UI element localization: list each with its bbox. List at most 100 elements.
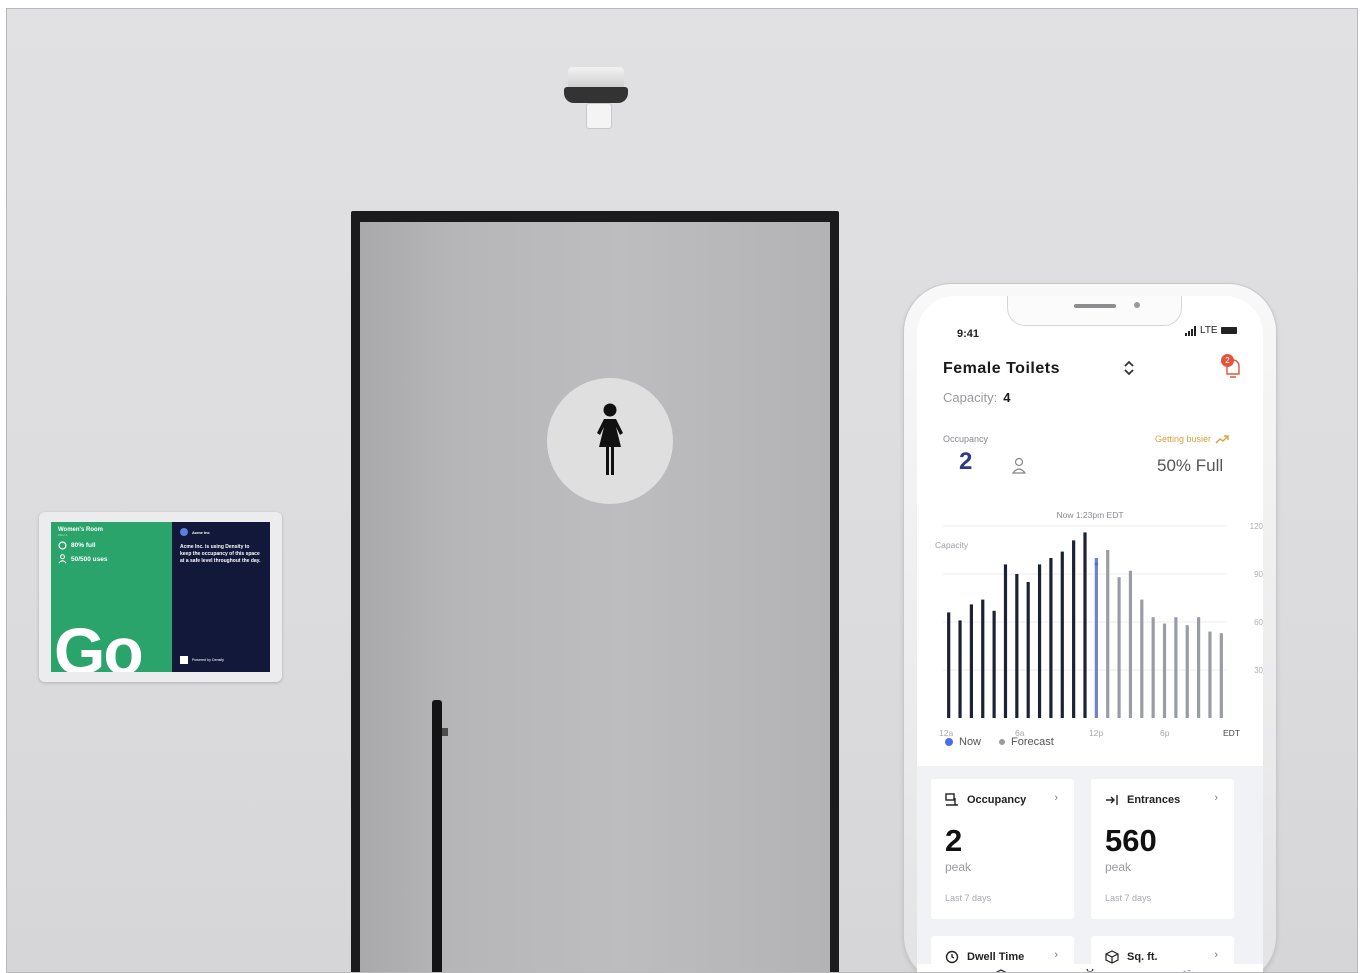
network-label: LTE <box>1200 325 1218 336</box>
person-icon <box>1011 457 1027 474</box>
card-entrances-label: peak <box>1105 860 1132 874</box>
bar-now <box>1037 564 1042 718</box>
wall-display-message-panel: Acme Inc Acme Inc. is using Density to k… <box>172 522 270 672</box>
female-person-icon <box>597 403 623 475</box>
y-tick-label: 30 <box>1254 666 1263 675</box>
y-tick-label: 120 <box>1250 522 1263 531</box>
bar-now <box>1072 540 1076 718</box>
y-tick-label: 60 <box>1254 618 1263 627</box>
door-frame <box>351 211 839 972</box>
legend-forecast-swatch <box>999 739 1006 745</box>
capacity-row: Capacity: 4 <box>943 390 1010 405</box>
x-tick-label: EDT <box>1223 728 1240 738</box>
metrics-cards-section: Occupancy › 2 peak Last 7 days Entrances… <box>917 766 1263 972</box>
bar-forecast <box>1128 570 1133 718</box>
brand-logo-icon <box>180 528 188 536</box>
occupancy-value: 2 <box>959 448 973 475</box>
signal-icon <box>1185 325 1196 336</box>
tab-spaces-cube-icon[interactable] <box>992 968 1010 973</box>
wall-display-message: Acme Inc. is using Density to keep the o… <box>180 544 261 564</box>
wall-display-percent-full: 80% full <box>71 542 96 549</box>
bar-now <box>992 610 996 718</box>
wall-display-powered-by: Powered by Density <box>180 656 224 664</box>
wall-display-screen: Women's Room Floor 1 80% full 50/500 use… <box>51 522 270 672</box>
progress-ring-icon <box>58 541 67 550</box>
wall-display-brand-name: Acme Inc <box>192 529 210 535</box>
capacity-value: 4 <box>1003 390 1011 405</box>
bar-now <box>969 604 973 718</box>
occupancy-label: Occupancy <box>943 434 989 444</box>
door-handle-mount <box>442 728 448 736</box>
legend-forecast-label: Forecast <box>1011 736 1054 748</box>
chart-ylabel: Capacity <box>935 540 969 550</box>
chevron-right-icon: › <box>1054 792 1058 804</box>
phone-notch <box>1007 296 1182 326</box>
bar-forecast <box>1174 617 1178 718</box>
smartphone: 9:41 LTE Female Toilets 2 Capacity: 4 Oc… <box>904 284 1276 973</box>
speaker-grille <box>1074 304 1116 308</box>
bar-now <box>1049 558 1053 718</box>
notification-badge: 2 <box>1221 354 1234 367</box>
occupancy-chart: 120906030CapacityNow 1:23pm EDT12a 6a 12p 6… <box>935 510 1263 738</box>
card-entrances-subtitle: Last 7 days <box>1105 893 1152 903</box>
x-tick-label: 6p <box>1160 728 1170 738</box>
clock-icon <box>945 950 959 964</box>
front-camera <box>1134 302 1140 308</box>
card-entrances-title: Entrances <box>1127 794 1181 806</box>
bar-forecast <box>1208 631 1212 718</box>
bar-forecast <box>1106 550 1110 718</box>
card-sq-ft-header: Sq. ft. <box>1105 950 1158 964</box>
powered-by-text: Powered by Density <box>192 658 224 662</box>
bar-forecast <box>1117 577 1121 718</box>
card-dwell-time-title: Dwell Time <box>967 951 1025 963</box>
card-occupancy-header: Occupancy <box>945 793 1026 807</box>
card-sq-ft-title: Sq. ft. <box>1127 951 1158 963</box>
status-bar-indicators: LTE <box>1185 325 1237 336</box>
space-title: Female Toilets <box>943 360 1060 377</box>
card-occupancy[interactable]: Occupancy › 2 peak Last 7 days <box>931 779 1074 919</box>
wall-display-status-panel: Women's Room Floor 1 80% full 50/500 use… <box>51 522 172 672</box>
card-entrances-value: 560 <box>1105 823 1157 858</box>
bar-now <box>947 612 951 718</box>
tab-alerts-icon[interactable] <box>1081 968 1099 973</box>
app-screen: 9:41 LTE Female Toilets 2 Capacity: 4 Oc… <box>917 296 1263 973</box>
tab-settings-gear-icon[interactable] <box>1179 968 1197 973</box>
chevron-right-icon: › <box>1214 792 1218 804</box>
card-occupancy-subtitle: Last 7 days <box>945 893 992 903</box>
bar-forecast <box>1219 633 1223 718</box>
bar-now <box>1026 582 1030 718</box>
bar-forecast <box>1094 558 1098 718</box>
occupancy-sensor-device <box>564 67 628 131</box>
entrance-icon <box>1106 795 1118 805</box>
density-logo-icon <box>180 656 188 664</box>
bar-now <box>981 599 985 718</box>
bar-forecast <box>1162 623 1167 718</box>
wall-display-go-status: Go <box>54 614 144 672</box>
occupancy-trend: Getting busier <box>1155 434 1229 444</box>
female-restroom-sign <box>547 378 673 504</box>
bar-forecast <box>1185 625 1189 718</box>
status-bar-time: 9:41 <box>957 328 980 340</box>
bar-now <box>1083 532 1087 718</box>
card-occupancy-title: Occupancy <box>967 794 1027 806</box>
battery-icon <box>1220 327 1237 334</box>
bar-now <box>958 620 962 718</box>
wall-display-uses-row: 50/500 uses <box>58 554 165 564</box>
card-entrances[interactable]: Entrances › 560 peak Last 7 days <box>1091 779 1234 919</box>
chevron-right-icon: › <box>1054 949 1058 961</box>
legend-now-label: Now <box>959 736 982 748</box>
occupancy-icon <box>945 793 958 806</box>
capacity-label: Capacity: <box>943 390 998 405</box>
bar-forecast <box>1197 617 1201 718</box>
trending-up-icon <box>1215 435 1229 444</box>
card-dwell-time-header: Dwell Time <box>945 950 1024 964</box>
bar-forecast <box>1151 617 1155 718</box>
bottom-tab-bar <box>917 964 1263 973</box>
card-occupancy-value: 2 <box>945 823 963 858</box>
wall-display-brand: Acme Inc <box>180 528 262 536</box>
door-handle <box>432 700 442 972</box>
notifications-button[interactable]: 2 <box>1219 354 1243 380</box>
space-selector-chevron-icon[interactable] <box>1121 358 1137 378</box>
legend-item-forecast: Forecast <box>999 736 1054 748</box>
card-occupancy-label: peak <box>945 860 972 874</box>
